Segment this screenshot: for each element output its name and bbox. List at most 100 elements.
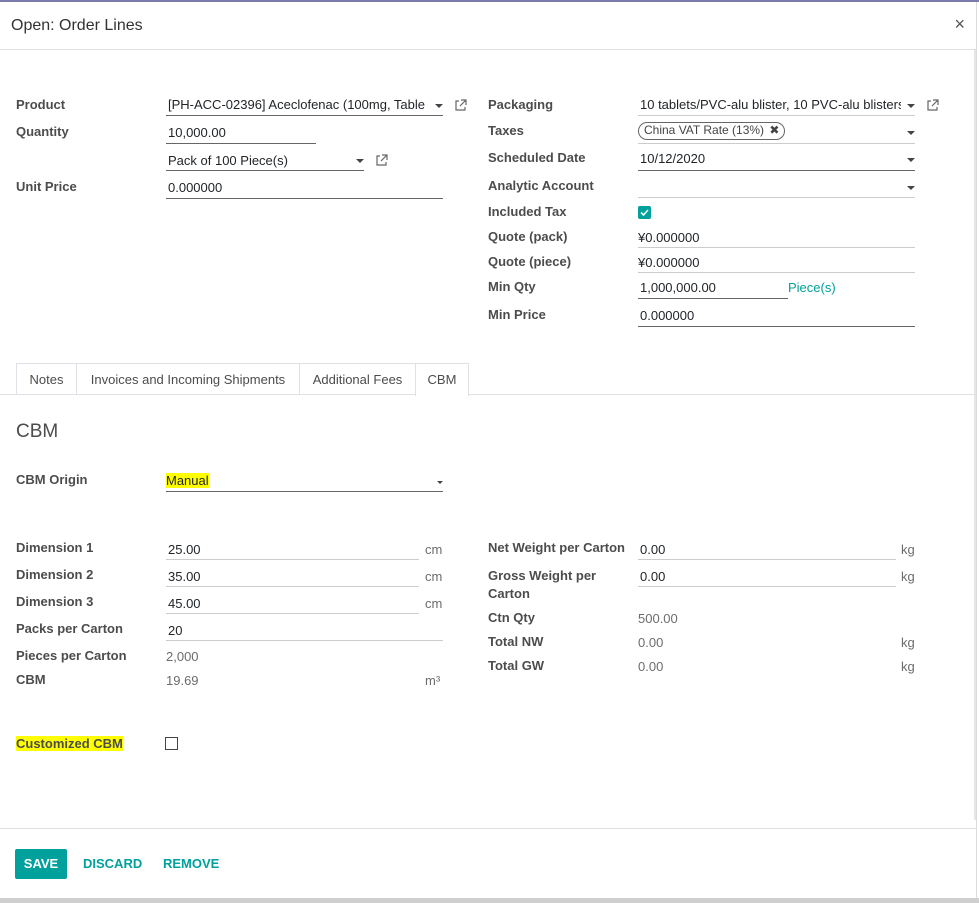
packs-per-carton-label: Packs per Carton [16,621,123,636]
scheduled-date-value: 10/12/2020 [640,151,706,166]
product-value: [PH-ACC-02396] Aceclofenac (100mg, Table… [168,97,429,112]
gross-weight-label-line1: Gross Weight per [488,568,597,583]
uom-external-link-icon[interactable] [375,154,388,167]
remove-button[interactable]: REMOVE [163,856,219,871]
packs-per-carton-value: 20 [168,623,183,638]
dimension-3-value: 45.00 [168,596,201,611]
product-field[interactable]: [PH-ACC-02396] Aceclofenac (100mg, Table… [166,97,443,116]
packaging-dropdown-icon[interactable] [907,104,915,108]
product-external-link-icon[interactable] [454,99,467,112]
included-tax-label: Included Tax [488,204,567,219]
scheduled-date-label: Scheduled Date [488,150,586,165]
analytic-dropdown-icon[interactable] [907,186,915,190]
tax-tag[interactable]: China VAT Rate (13%) ✖ [638,122,786,140]
active-tab-gap [416,393,468,396]
quote-piece-value: ¥0.000000 [638,255,700,270]
close-icon[interactable]: × [954,14,965,35]
ctn-qty-label: Ctn Qty [488,610,535,625]
dimension-2-label: Dimension 2 [16,567,94,582]
gross-weight-input[interactable]: 0.00 [638,567,896,587]
packs-per-carton-input[interactable]: 20 [166,621,443,641]
cbm-section-title: CBM [16,421,59,442]
product-dropdown-icon[interactable] [435,104,443,108]
tab-notes[interactable]: Notes [16,363,77,395]
included-tax-checkbox[interactable] [638,206,651,219]
gross-weight-unit: kg [901,569,915,584]
analytic-account-label: Analytic Account [488,178,594,193]
total-gw-unit: kg [901,659,915,674]
cbm-origin-label: CBM Origin [16,472,88,487]
dimension-3-input[interactable]: 45.00 [166,594,419,614]
date-dropdown-icon[interactable] [907,158,915,162]
packaging-field[interactable]: 10 tablets/PVC-alu blister, 10 PVC-alu b… [638,97,915,116]
min-qty-value: 1,000,000.00 [640,280,716,295]
dialog-footer: SAVE DISCARD REMOVE [0,828,977,898]
quantity-label: Quantity [16,124,69,139]
dimension-3-unit: cm [425,596,443,611]
total-gw-label: Total GW [488,658,545,673]
tax-tag-label: China VAT Rate (13%) [644,123,765,137]
taxes-dropdown-icon[interactable] [907,131,915,135]
uom-dropdown-icon[interactable] [356,159,364,163]
dimension-2-input[interactable]: 35.00 [166,567,419,587]
tab-cbm[interactable]: CBM [415,363,469,396]
min-price-value: 0.000000 [640,308,695,323]
min-qty-label: Min Qty [488,279,536,294]
tab-invoices-shipments[interactable]: Invoices and Incoming Shipments [76,363,300,395]
dimension-1-input[interactable]: 25.00 [166,540,419,560]
quote-pack-label: Quote (pack) [488,229,568,244]
discard-button[interactable]: DISCARD [83,856,142,871]
cbm-origin-select[interactable]: Manual [166,472,443,492]
uom-select[interactable]: Pack of 100 Piece(s) [166,152,364,171]
total-gw-value: 0.00 [638,659,664,674]
analytic-account-select[interactable] [638,178,915,198]
dimension-2-value: 35.00 [168,569,201,584]
dimension-1-label: Dimension 1 [16,540,94,555]
dimension-2-unit: cm [425,569,443,584]
total-nw-unit: kg [901,635,915,650]
tab-divider [0,394,977,395]
gross-weight-value: 0.00 [640,569,666,584]
total-nw-value: 0.00 [638,635,664,650]
cbm-label: CBM [16,672,46,687]
net-weight-label: Net Weight per Carton [488,540,625,555]
cbm-origin-dropdown-icon[interactable] [437,481,443,484]
min-price-input[interactable]: 0.000000 [638,307,915,327]
cbm-origin-value: Manual [166,473,209,488]
quote-pack-value: ¥0.000000 [638,230,700,245]
dialog-title: Open: Order Lines [11,17,143,34]
scrollbar[interactable] [974,50,976,820]
cbm-value: 19.69 [166,673,199,688]
unit-price-value: 0.000000 [168,180,223,195]
total-nw-label: Total NW [488,634,544,649]
taxes-label: Taxes [488,123,524,138]
net-weight-unit: kg [901,542,915,557]
quantity-input[interactable]: 10,000.00 [166,124,316,144]
quantity-value: 10,000.00 [168,125,226,140]
dialog-header: Open: Order Lines × [0,2,977,50]
order-line-dialog: Open: Order Lines × Product [PH-ACC-0239… [0,2,977,898]
uom-value: Pack of 100 Piece(s) [168,153,288,168]
min-qty-unit-link[interactable]: Piece(s) [788,280,836,295]
unit-price-label: Unit Price [16,179,77,194]
packaging-value: 10 tablets/PVC-alu blister, 10 PVC-alu b… [640,97,905,112]
quote-pack-field[interactable]: ¥0.000000 [638,229,915,248]
net-weight-value: 0.00 [640,542,666,557]
pieces-per-carton-value: 2,000 [166,649,199,664]
customized-cbm-checkbox[interactable] [165,737,178,750]
quote-piece-label: Quote (piece) [488,254,572,269]
packaging-external-link-icon[interactable] [926,99,939,112]
dimension-3-label: Dimension 3 [16,594,94,609]
scheduled-date-input[interactable]: 10/12/2020 [638,150,915,171]
packaging-label: Packaging [488,97,554,112]
tab-additional-fees[interactable]: Additional Fees [299,363,416,395]
unit-price-input[interactable]: 0.000000 [166,179,443,199]
tag-remove-icon[interactable]: ✖ [769,123,779,137]
ctn-qty-value: 500.00 [638,611,678,626]
net-weight-input[interactable]: 0.00 [638,540,896,560]
quote-piece-field[interactable]: ¥0.000000 [638,254,915,273]
cbm-unit: m³ [425,673,441,688]
min-qty-input[interactable]: 1,000,000.00 [638,279,788,299]
save-button[interactable]: SAVE [15,849,67,879]
customized-cbm-label: Customized CBM [16,736,123,751]
